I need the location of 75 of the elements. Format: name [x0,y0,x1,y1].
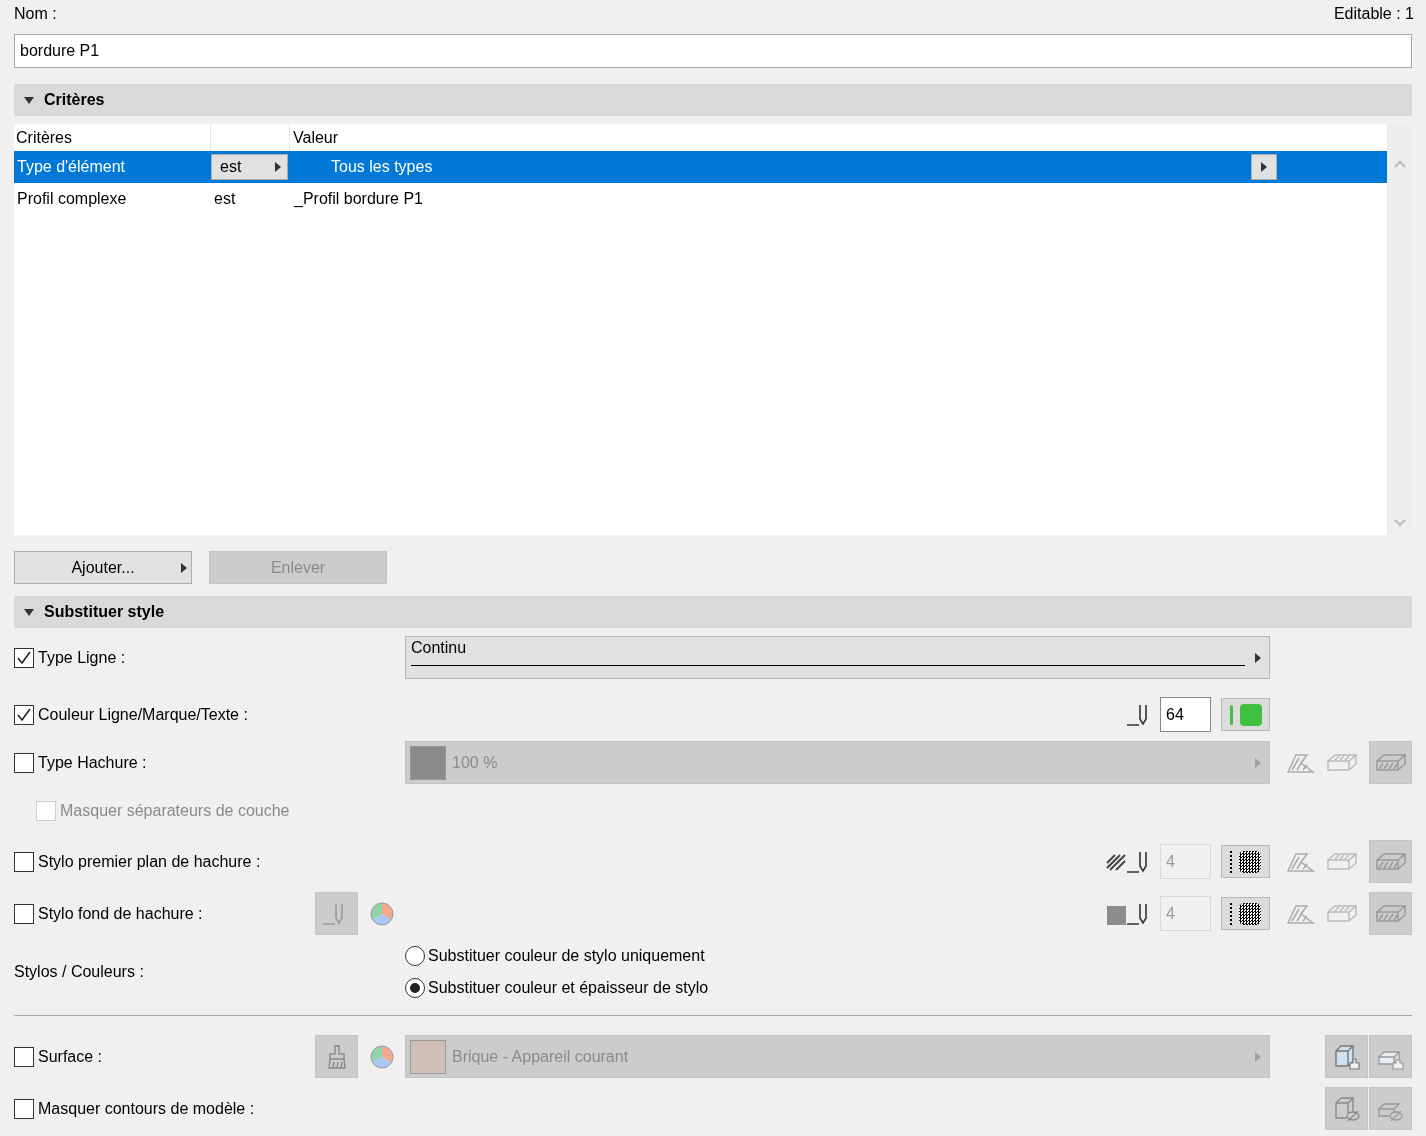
group-label: Stylos / Couleurs : [14,962,145,982]
caret-icon [181,563,187,573]
option-label: Couleur Ligne/Marque/Texte : [38,704,248,725]
checkbox[interactable] [14,1046,34,1067]
caret-icon [1255,653,1261,663]
checkbox[interactable] [14,851,34,872]
solid-fill-icon [1107,906,1126,925]
table-cell-text: _Profil bordure P1 [292,189,423,209]
action-button[interactable]: Ajouter... [14,551,192,584]
operator-dropdown[interactable]: est [211,154,288,180]
option-label: Masquer séparateurs de couche [60,801,290,821]
hatched-slab-icon [1375,851,1406,872]
color-wheel-icon[interactable] [370,901,394,926]
radio-button[interactable] [405,978,425,998]
hatch-shape-icon[interactable] [1287,851,1315,872]
radio-label: Substituer couleur et épaisseur de stylo [428,978,709,998]
option-label: Surface : [38,1046,103,1067]
section-header[interactable]: Substituer style [14,596,1412,628]
radio-label: Substituer couleur de stylo uniquement [428,946,705,966]
hatched-slab-icon [1375,903,1406,924]
section-title: Critères [44,90,105,110]
table-cell-text: est [213,189,237,209]
checkbox[interactable] [14,903,34,924]
cube-brush-button[interactable] [1325,1035,1368,1078]
section-header[interactable]: Critères [14,84,1412,116]
scroll-up-icon[interactable] [1393,160,1406,168]
pen-button[interactable] [315,892,358,935]
table-cell-text: Profil complexe [16,189,128,209]
color-wheel-icon[interactable] [370,1044,394,1069]
option-label: Stylo premier plan de hachure : [38,851,261,872]
paint-brush-icon [326,1044,347,1069]
hatched-slab-icon[interactable] [1327,851,1357,872]
slab-section-button[interactable] [1369,840,1412,883]
slab-brush-button[interactable] [1369,1035,1412,1078]
option-label: Type Hachure : [38,752,147,773]
caret-icon [275,162,281,172]
option-label: Stylo fond de hachure : [38,903,203,924]
cube-hidden-icon [1332,1094,1361,1123]
cube-brush-icon [1332,1042,1361,1071]
column-header[interactable]: Valeur [290,124,339,151]
scroll-down-icon[interactable] [1393,519,1406,527]
hatched-slab-icon[interactable] [1327,752,1357,773]
checkbox[interactable] [14,647,34,668]
hatch-shape-icon[interactable] [1287,903,1315,924]
caret-icon [1255,757,1261,768]
caret-icon [1261,162,1267,172]
pen-color-button[interactable] [1221,897,1270,930]
caret-icon [1255,1051,1261,1062]
table-cell-text: Tous les types [330,157,434,177]
checkbox[interactable] [14,1098,34,1119]
value-picker-button[interactable] [1251,154,1277,180]
pen-color-button[interactable] [1221,845,1270,878]
hatched-slab-icon[interactable] [1327,903,1357,924]
hatch-shape-icon[interactable] [1287,752,1315,773]
hatch-lines-icon [1106,852,1126,871]
pen-number-field[interactable]: 64 [1160,697,1211,732]
line-type-dropdown[interactable]: Continu [405,636,1270,679]
radio-button[interactable] [405,946,425,966]
checkbox[interactable] [14,752,34,773]
option-label: Masquer contours de modèle : [38,1098,255,1119]
slab-hide-button[interactable] [1369,1087,1412,1130]
section-title: Substituer style [44,602,165,622]
checkbox[interactable] [14,704,34,725]
slab-section-button[interactable] [1369,892,1412,935]
slab-section-button[interactable] [1369,741,1412,784]
hatched-slab-icon [1375,752,1406,773]
name-label: Nom : [14,4,57,24]
option-label: Type Ligne : [38,647,126,668]
paint-brush-button[interactable] [315,1035,358,1078]
table-row[interactable]: Type d'élément est Tous les types [14,151,1387,183]
editable-label: Editable : 1 [1333,4,1414,24]
pen-color-button[interactable] [1221,698,1270,731]
table-cell-text: Type d'élément [16,157,126,177]
cube-hide-button[interactable] [1325,1087,1368,1130]
name-field[interactable]: bordure P1 [14,34,1412,68]
